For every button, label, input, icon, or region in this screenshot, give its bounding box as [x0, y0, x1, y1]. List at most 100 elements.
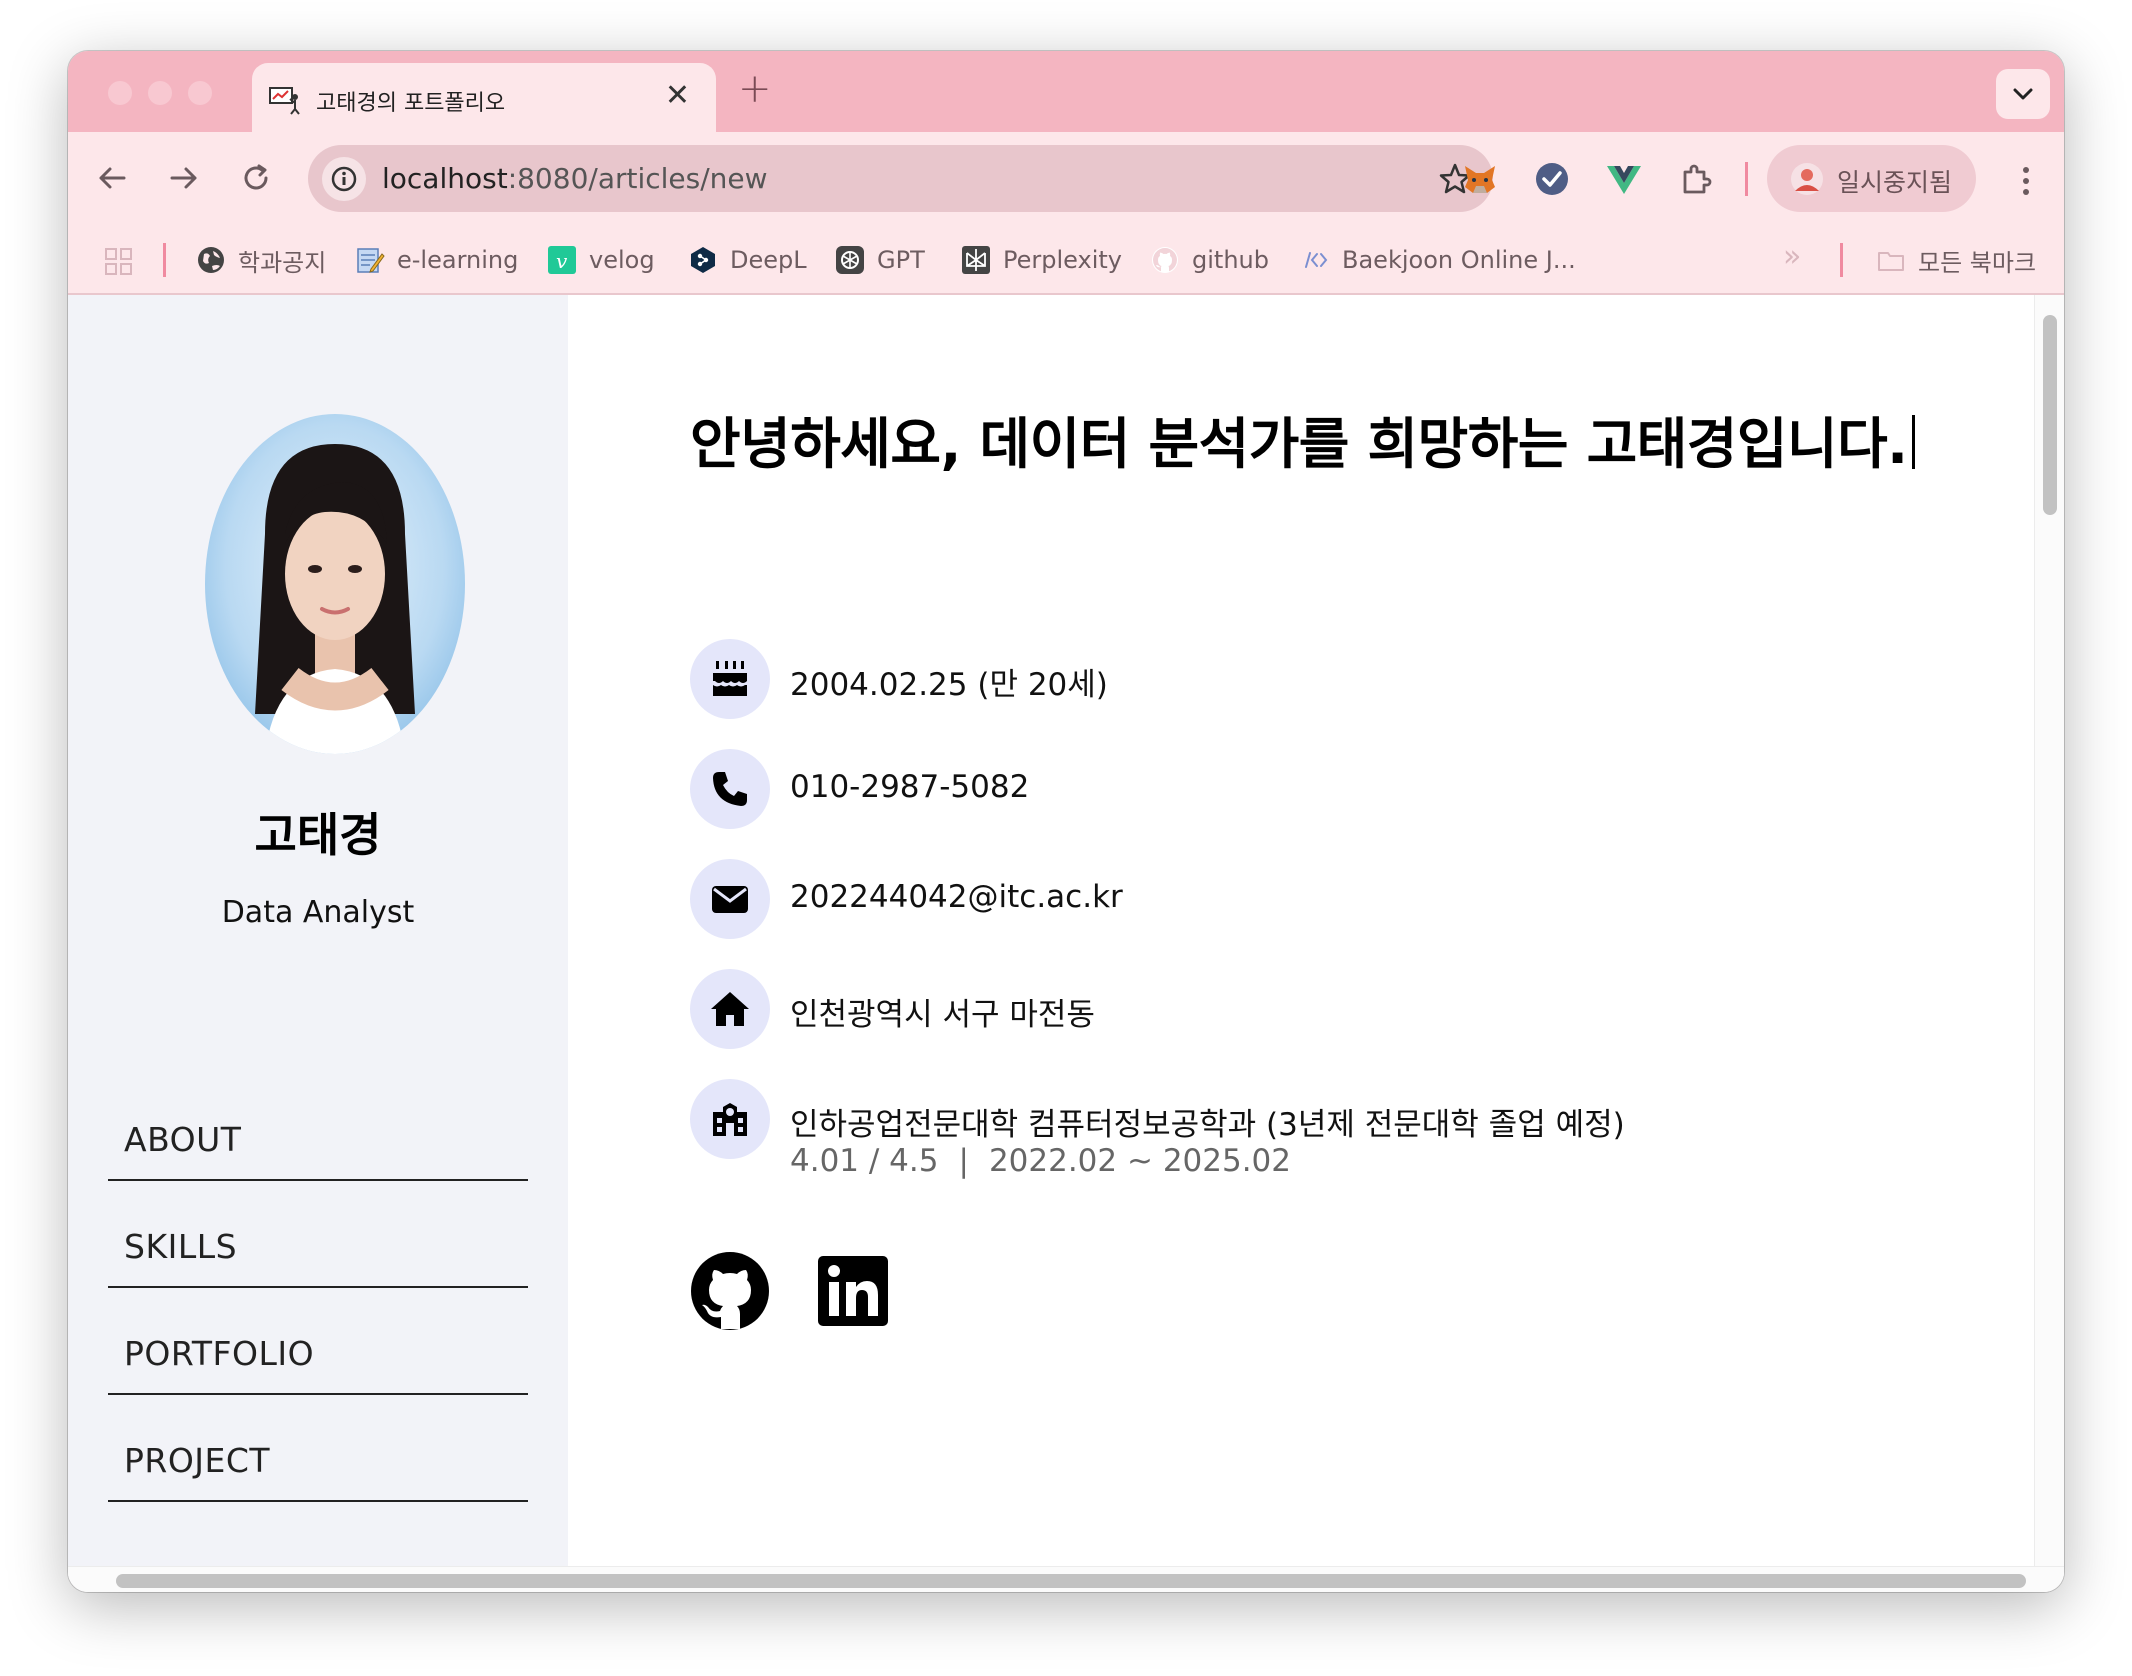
info-value: 010-2987-5082: [790, 769, 1030, 805]
info-value: 2004.02.25 (만 20세): [790, 667, 1108, 703]
extensions-puzzle-icon[interactable]: [1677, 160, 1715, 198]
nav-label: SKILLS: [124, 1227, 238, 1266]
tab-search-button[interactable]: [1996, 69, 2050, 119]
folder-icon: [1878, 252, 1904, 271]
metamask-fox-icon[interactable]: [1461, 160, 1499, 198]
bookmarks-overflow-button[interactable]: »: [1783, 239, 1801, 274]
bookmark-label: github: [1192, 246, 1269, 274]
bookmark-label: e-learning: [397, 246, 519, 274]
perplexity-icon: [962, 246, 990, 274]
linkedin-link-icon[interactable]: [816, 1254, 890, 1328]
bookmark-label: Perplexity: [1003, 246, 1122, 274]
tab-title: 고태경의 포트폴리오: [316, 91, 506, 116]
education-details: 4.01 / 4.5 | 2022.02 ~ 2025.02: [790, 1143, 1291, 1179]
github-icon: [1152, 247, 1178, 273]
bookmark-label: Baekjoon Online J...: [1342, 246, 1576, 274]
bookmark-item[interactable]: Baekjoon Online J...: [1300, 243, 1576, 277]
info-email: 202244042@itc.ac.kr: [690, 859, 1790, 939]
url-host: localhost: [382, 162, 508, 195]
profile-name: 고태경: [254, 808, 382, 862]
school-icon: [713, 1103, 747, 1136]
bookmark-item[interactable]: Perplexity: [961, 243, 1122, 277]
chevron-down-icon: [2013, 88, 2033, 100]
bookmark-label: DeepL: [730, 246, 807, 274]
nav-item-project[interactable]: PROJECT: [108, 1396, 528, 1502]
profile-role: Data Analyst: [221, 895, 415, 930]
tab-portfolio[interactable]: 고태경의 포트폴리오 ✕: [252, 63, 716, 132]
info-address: 인천광역시 서구 마전동: [690, 969, 1790, 1049]
icon-circle: [690, 1079, 770, 1159]
gpa-separator: |: [958, 1143, 969, 1179]
back-arrow-icon[interactable]: [94, 160, 130, 196]
deepl-icon: [691, 247, 715, 273]
envelope-icon: [712, 886, 748, 913]
reload-icon[interactable]: [238, 160, 274, 196]
nav-item-about[interactable]: ABOUT: [108, 1075, 528, 1181]
gpa-text: 4.01 / 4.5: [790, 1143, 939, 1179]
icon-circle: [690, 639, 770, 719]
github-link-icon[interactable]: [690, 1251, 770, 1331]
bookmarks-bar: 학과공지 e-learning v velog DeepL GPT Perple…: [68, 225, 2064, 295]
vertical-scrollbar[interactable]: [2034, 295, 2064, 1567]
nav-item-skills[interactable]: SKILLS: [108, 1182, 528, 1288]
phone-icon: [713, 772, 747, 806]
horizontal-scroll-thumb[interactable]: [116, 1574, 2026, 1588]
icon-circle: [690, 859, 770, 939]
profile-status-label: 일시중지됨: [1837, 168, 1953, 197]
apps-grid-icon[interactable]: [104, 247, 134, 277]
toolbar-divider: [1745, 162, 1748, 196]
bookmark-label: 학과공지: [238, 248, 327, 277]
chatgpt-icon: [836, 246, 864, 274]
zoom-window-button[interactable]: [188, 81, 212, 105]
icon-circle: [690, 749, 770, 829]
svg-text:v: v: [556, 249, 568, 273]
bookmark-item[interactable]: 학과공지: [196, 243, 326, 277]
bookmarks-divider: [1840, 243, 1843, 277]
bookmark-item[interactable]: GPT: [835, 243, 925, 277]
all-bookmarks-button[interactable]: 모든 북마크: [1876, 243, 2036, 277]
text-cursor: [1911, 415, 1915, 469]
profile-avatar-icon: [1791, 163, 1823, 195]
notepad-icon: [357, 248, 385, 273]
info-phone: 010-2987-5082: [690, 749, 1790, 829]
bookmark-label: GPT: [877, 246, 925, 274]
bookmark-item[interactable]: github: [1150, 243, 1269, 277]
profile-photo: [205, 414, 465, 754]
site-info-icon[interactable]: [322, 157, 366, 201]
globe-icon: [198, 247, 224, 273]
nav-label: PROJECT: [124, 1441, 271, 1480]
profile-paused-button[interactable]: 일시중지됨: [1767, 145, 1976, 212]
bookmark-item[interactable]: e-learning: [355, 243, 518, 277]
education-period: 2022.02 ~ 2025.02: [988, 1143, 1292, 1179]
bookmark-item[interactable]: DeepL: [688, 243, 807, 277]
all-bookmarks-label: 모든 북마크: [1918, 248, 2037, 277]
url-path: :8080/articles/new: [507, 162, 768, 195]
more-menu-icon[interactable]: [2022, 166, 2030, 196]
home-icon: [711, 992, 749, 1026]
new-tab-button[interactable]: +: [738, 69, 772, 109]
bookmark-label: velog: [589, 246, 655, 274]
minimize-window-button[interactable]: [148, 81, 172, 105]
icon-circle: [690, 969, 770, 1049]
bookmark-item[interactable]: v velog: [547, 243, 655, 277]
birthday-cake-icon: [713, 661, 747, 696]
main-content: 안녕하세요, 데이터 분석가를 희망하는 고태경입니다. 2004.02.25 …: [568, 295, 2064, 1592]
url-text[interactable]: localhost:8080/articles/new: [382, 162, 768, 195]
close-window-button[interactable]: [108, 81, 132, 105]
info-value: 202244042@itc.ac.kr: [790, 879, 1123, 915]
check-circle-extension-icon[interactable]: [1533, 160, 1571, 198]
info-birthday: 2004.02.25 (만 20세): [690, 639, 1790, 719]
browser-toolbar: localhost:8080/articles/new 일시중지됨: [68, 132, 2064, 225]
headline-text: 안녕하세요, 데이터 분석가를 희망하는 고태경입니다.: [690, 412, 1908, 476]
horizontal-scrollbar[interactable]: [68, 1566, 2064, 1592]
nav-item-portfolio[interactable]: PORTFOLIO: [108, 1289, 528, 1395]
velog-icon: v: [548, 246, 576, 274]
bookmarks-divider: [163, 243, 166, 277]
address-bar[interactable]: localhost:8080/articles/new: [308, 145, 1493, 212]
info-value: 인하공업전문대학 컴퓨터정보공학과 (3년제 전문대학 졸업 예정): [790, 1107, 1625, 1143]
forward-arrow-icon[interactable]: [166, 160, 202, 196]
vertical-scroll-thumb[interactable]: [2043, 315, 2057, 515]
vue-devtools-icon[interactable]: [1605, 160, 1643, 198]
tab-close-button[interactable]: ✕: [665, 81, 690, 111]
nav-label: PORTFOLIO: [124, 1334, 315, 1373]
